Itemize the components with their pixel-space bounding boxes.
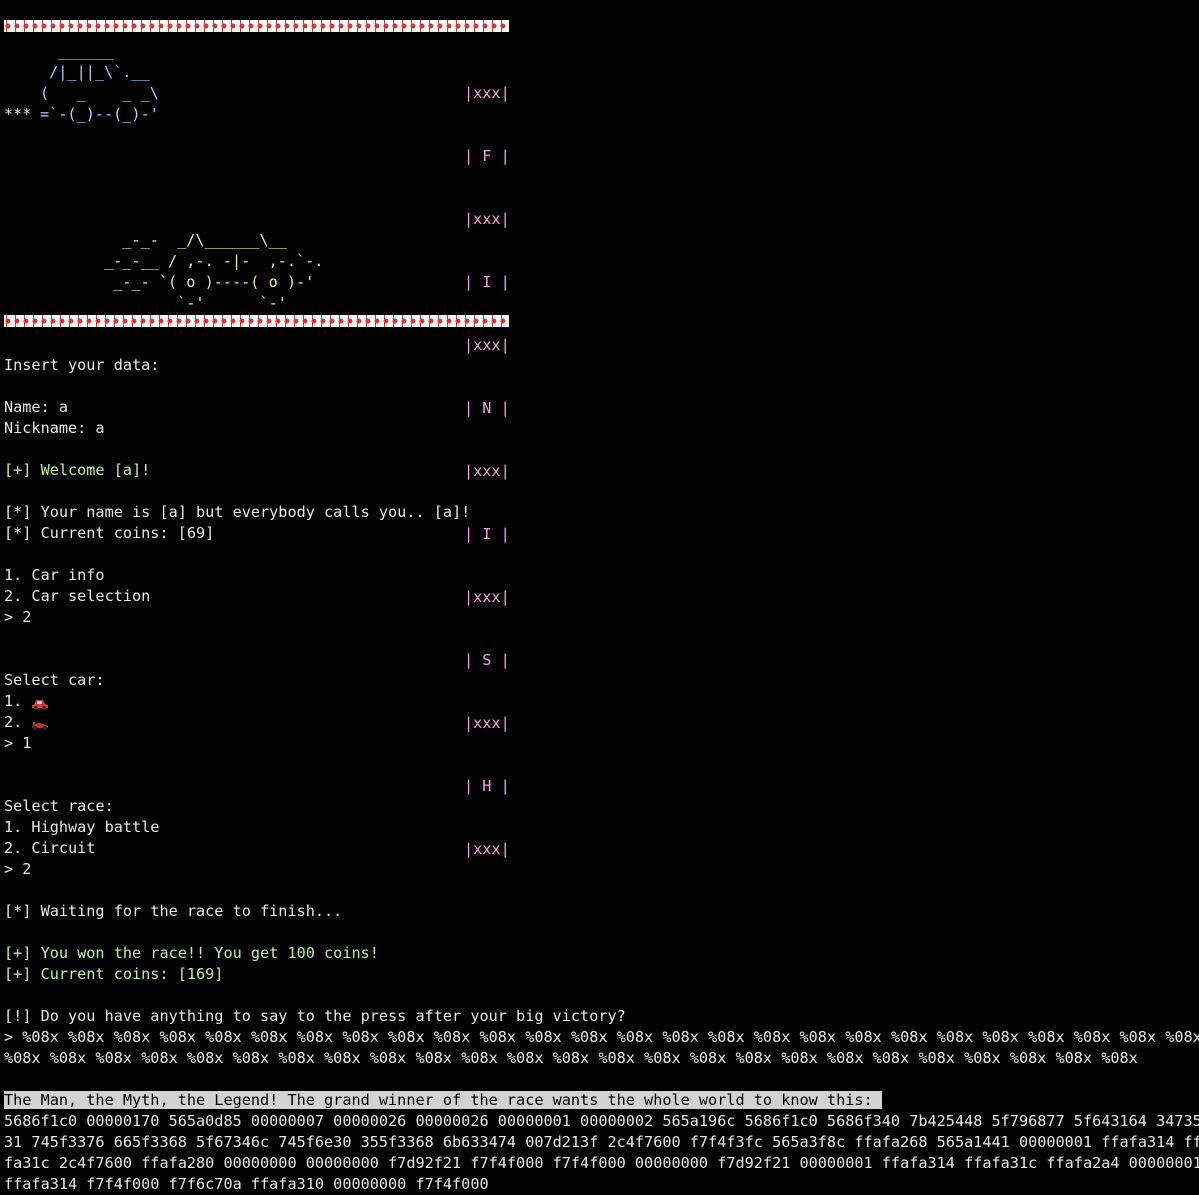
car1-art-line: /|_||_\`.__ bbox=[40, 63, 150, 81]
pillar-line: | H | bbox=[464, 777, 510, 795]
car-option-2: 2. bbox=[4, 712, 49, 733]
car2-art-line: _-_- `( o )----( o )-' bbox=[104, 273, 315, 291]
car2-art-line: _-_- _/\______\__ bbox=[104, 231, 287, 249]
flag-border-top bbox=[4, 20, 509, 32]
flag-border-bottom bbox=[4, 315, 509, 327]
car1-art-line: ( _ _ _\ bbox=[40, 84, 159, 102]
name-line: Name: a bbox=[4, 398, 69, 416]
welcome-message: [+] Welcome [a]! bbox=[4, 461, 151, 479]
menu-item-car-info: 1. Car info bbox=[4, 566, 105, 584]
legend-line: The Man, the Myth, the Legend! The grand… bbox=[4, 1090, 882, 1111]
race-car-icon bbox=[31, 716, 49, 731]
pillar-line: |xxx| bbox=[464, 462, 510, 480]
car-option-1: 1. bbox=[4, 691, 49, 712]
pillar-line: | S | bbox=[464, 651, 510, 669]
car1-art-line: ______ bbox=[40, 42, 114, 60]
pillar-line: | I | bbox=[464, 273, 510, 291]
menu-item-car-selection: 2. Car selection bbox=[4, 587, 151, 605]
car-option-2-label: 2. bbox=[4, 713, 32, 731]
car1-art-line: =`-(_)--(_)-' bbox=[40, 105, 159, 123]
race-option-highway: 1. Highway battle bbox=[4, 818, 160, 836]
won-message: [+] You won the race!! You get 100 coins… bbox=[4, 944, 379, 962]
name-info-line: [*] Your name is [a] but everybody calls… bbox=[4, 503, 471, 521]
race-prompt: > 2 bbox=[4, 860, 32, 878]
select-race-label: Select race: bbox=[4, 797, 114, 815]
memory-leak-line: 5686f1c0 00000170 565a0d85 00000007 0000… bbox=[4, 1112, 1199, 1130]
car-option-1-label: 1. bbox=[4, 692, 32, 710]
pillar-line: | I | bbox=[464, 525, 510, 543]
pillar-line: |xxx| bbox=[464, 210, 510, 228]
press-question: [!] Do you have anything to say to the p… bbox=[4, 1007, 626, 1025]
nickname-line: Nickname: a bbox=[4, 419, 105, 437]
legend-highlighted-text: The Man, the Myth, the Legend! The grand… bbox=[4, 1091, 882, 1109]
pillar-line: |xxx| bbox=[464, 84, 510, 102]
race-option-circuit: 2. Circuit bbox=[4, 839, 96, 857]
pillar-line: |xxx| bbox=[464, 588, 510, 606]
pillar-line: |xxx| bbox=[464, 840, 510, 858]
insert-data-label: Insert your data: bbox=[4, 356, 160, 374]
waiting-line: [*] Waiting for the race to finish... bbox=[4, 902, 343, 920]
user-input-line: > %08x %08x %08x %08x %08x %08x %08x %08… bbox=[4, 1028, 1199, 1046]
car2-art-line: `-' `-' bbox=[104, 294, 287, 312]
menu-prompt: > 2 bbox=[4, 608, 32, 626]
car1-stars: *** bbox=[4, 105, 32, 123]
coins-line: [*] Current coins: [69] bbox=[4, 524, 215, 542]
pillar-line: | N | bbox=[464, 399, 510, 417]
red-car-icon bbox=[31, 695, 49, 710]
select-car-label: Select car: bbox=[4, 671, 105, 689]
memory-leak-line: 31 745f3376 665f3368 5f67346c 745f6e30 3… bbox=[4, 1133, 1199, 1151]
finish-pillar: |xxx| | F | |xxx| | I | |xxx| | N | |xxx… bbox=[464, 41, 510, 902]
coins-after-line: [+] Current coins: [169] bbox=[4, 965, 224, 983]
memory-leak-line: fa31c 2c4f7600 ffafa280 00000000 0000000… bbox=[4, 1154, 1199, 1172]
car2-art-line: _-_-__ / ,-. -|- ,-.`-. bbox=[104, 252, 324, 270]
pillar-line: | F | bbox=[464, 147, 510, 165]
car-prompt: > 1 bbox=[4, 734, 32, 752]
terminal-window: ______ /|_||_\`.__ ( _ _ _\ *** =`-(_)--… bbox=[0, 0, 1199, 1193]
user-input-line: %08x %08x %08x %08x %08x %08x %08x %08x … bbox=[4, 1049, 1138, 1067]
pillar-line: |xxx| bbox=[464, 336, 510, 354]
pillar-line: |xxx| bbox=[464, 714, 510, 732]
